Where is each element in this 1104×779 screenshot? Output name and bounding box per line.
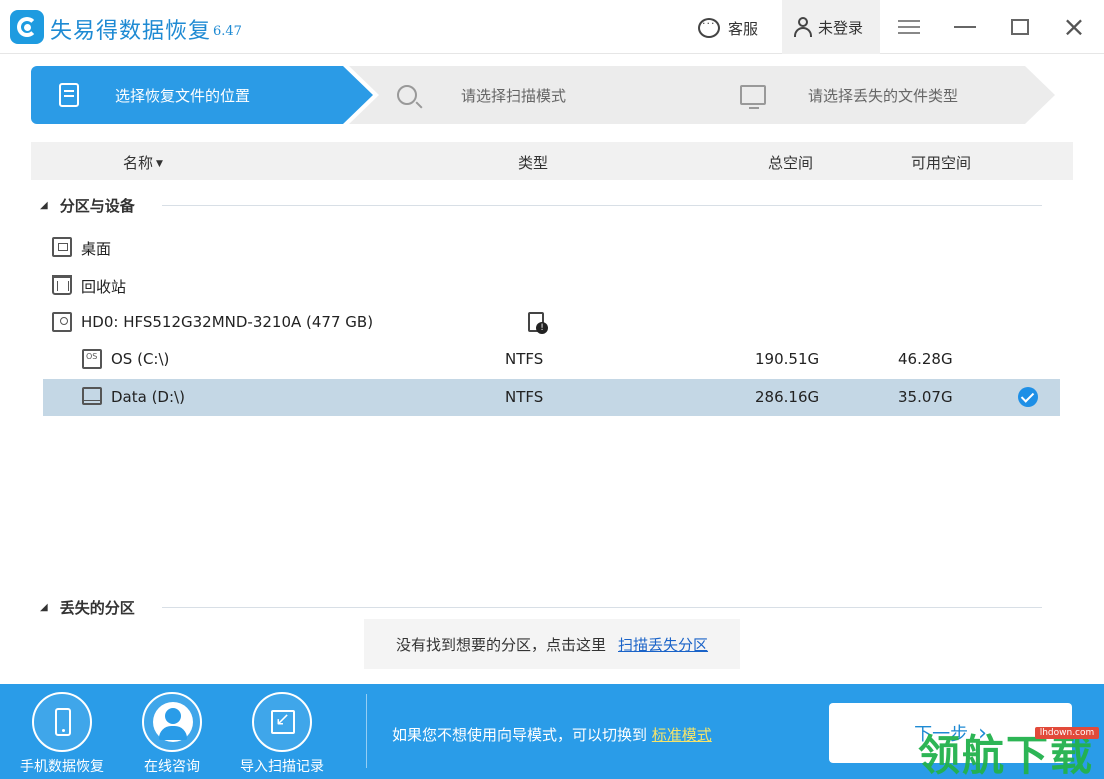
table-row[interactable]: HD0: HFS512G32MND-3210A (477 GB) <box>43 304 1060 341</box>
login-button[interactable]: 未登录 <box>782 0 880 54</box>
app-title: 失易得数据恢复 <box>50 19 212 44</box>
document-icon <box>59 83 79 107</box>
mode-hint-text: 如果您不想使用向导模式，可以切换到 <box>392 726 648 744</box>
row-name: 回收站 <box>81 278 127 296</box>
title-bar: 失易得数据恢复 6.47 客服 未登录 × <box>0 0 1104 54</box>
watermark-site: lhdown.com <box>1035 727 1099 739</box>
row-total: 190.51G <box>755 350 820 368</box>
bottom-divider <box>366 694 367 768</box>
close-button[interactable]: × <box>1059 12 1089 42</box>
row-type: NTFS <box>505 350 544 368</box>
table-header: 名称 ▼ 类型 总空间 可用空间 <box>31 142 1073 180</box>
os-drive-icon <box>82 349 102 369</box>
user-icon <box>794 17 812 37</box>
step-file-type[interactable]: 请选择丢失的文件类型 <box>688 66 1055 124</box>
mode-switch-hint: 如果您不想使用向导模式，可以切换到 标准模式 <box>392 724 712 745</box>
table-row-selected[interactable]: Data (D:\) NTFS 286.16G 35.07G <box>43 379 1060 416</box>
bottom-button-label: 在线咨询 <box>144 759 200 775</box>
step-label: 请选择丢失的文件类型 <box>808 86 959 105</box>
agent-icon <box>153 702 193 742</box>
step-label: 请选择扫描模式 <box>461 86 567 105</box>
table-row[interactable]: 桌面 <box>43 229 1060 266</box>
bottom-button-label: 手机数据恢复 <box>20 759 104 775</box>
phone-recovery-button[interactable]: 手机数据恢复 <box>14 692 110 778</box>
app-version: 6.47 <box>213 24 242 39</box>
row-total: 286.16G <box>755 388 820 406</box>
monitor-icon <box>740 85 766 109</box>
section-lost-partitions[interactable]: ◢ 丢失的分区 <box>40 595 135 619</box>
app-logo-icon <box>10 10 44 44</box>
close-icon: × <box>1062 10 1086 43</box>
column-total-header[interactable]: 总空间 <box>768 152 813 173</box>
selected-check-icon <box>1018 387 1038 407</box>
section-title: 分区与设备 <box>59 196 135 215</box>
login-label: 未登录 <box>818 18 864 37</box>
phone-icon <box>55 708 71 736</box>
recycle-bin-icon <box>52 275 72 295</box>
row-name: OS (C:\) <box>111 350 170 368</box>
section-title: 丢失的分区 <box>59 598 135 617</box>
step-label: 选择恢复文件的位置 <box>115 86 251 105</box>
maximize-button[interactable] <box>1005 12 1035 42</box>
column-type-header[interactable]: 类型 <box>518 152 548 173</box>
row-type: NTFS <box>505 388 544 406</box>
scan-lost-partition-link[interactable]: 扫描丢失分区 <box>618 634 708 655</box>
row-name: HD0: HFS512G32MND-3210A (477 GB) <box>81 313 374 331</box>
hamburger-icon <box>898 20 920 34</box>
import-scan-record-button[interactable]: 导入扫描记录 <box>234 692 330 778</box>
hint-text: 没有找到想要的分区，点击这里 <box>395 635 606 654</box>
minimize-icon <box>954 26 976 28</box>
lost-partition-hint: 没有找到想要的分区，点击这里 扫描丢失分区 <box>364 619 740 669</box>
online-consult-button[interactable]: 在线咨询 <box>124 692 220 778</box>
customer-service-button[interactable]: 客服 <box>698 14 758 42</box>
row-available: 35.07G <box>898 388 953 406</box>
sort-caret-icon: ▼ <box>156 159 163 169</box>
drive-icon <box>82 387 102 405</box>
magnifier-icon <box>397 85 417 105</box>
bottom-button-label: 导入扫描记录 <box>240 759 324 775</box>
minimize-button[interactable] <box>950 12 980 42</box>
disk-info-icon[interactable] <box>528 312 548 334</box>
section-partitions[interactable]: ◢ 分区与设备 <box>40 193 135 217</box>
step-scan-mode[interactable]: 请选择扫描模式 <box>349 66 721 124</box>
collapse-triangle-icon: ◢ <box>40 199 48 211</box>
table-row[interactable]: OS (C:\) NTFS 190.51G 46.28G <box>43 341 1060 378</box>
table-row[interactable]: 回收站 <box>43 267 1060 304</box>
wizard-steps: 选择恢复文件的位置 请选择扫描模式 请选择丢失的文件类型 <box>31 66 1055 124</box>
step-select-location[interactable]: 选择恢复文件的位置 <box>31 66 373 124</box>
import-icon <box>271 709 295 734</box>
chat-icon <box>698 17 720 38</box>
desktop-icon <box>52 237 72 257</box>
maximize-icon <box>1011 19 1029 35</box>
row-name: Data (D:\) <box>111 388 185 406</box>
customer-service-label: 客服 <box>728 19 759 38</box>
column-available-header[interactable]: 可用空间 <box>911 152 971 173</box>
column-name-header[interactable]: 名称 ▼ <box>123 152 163 173</box>
row-available: 46.28G <box>898 350 953 368</box>
section-divider <box>162 607 1042 608</box>
row-name: 桌面 <box>81 240 112 258</box>
collapse-triangle-icon: ◢ <box>40 601 48 613</box>
section-divider <box>162 205 1042 206</box>
standard-mode-link[interactable]: 标准模式 <box>652 726 712 744</box>
menu-button[interactable] <box>894 12 924 42</box>
hard-disk-icon <box>52 312 72 332</box>
